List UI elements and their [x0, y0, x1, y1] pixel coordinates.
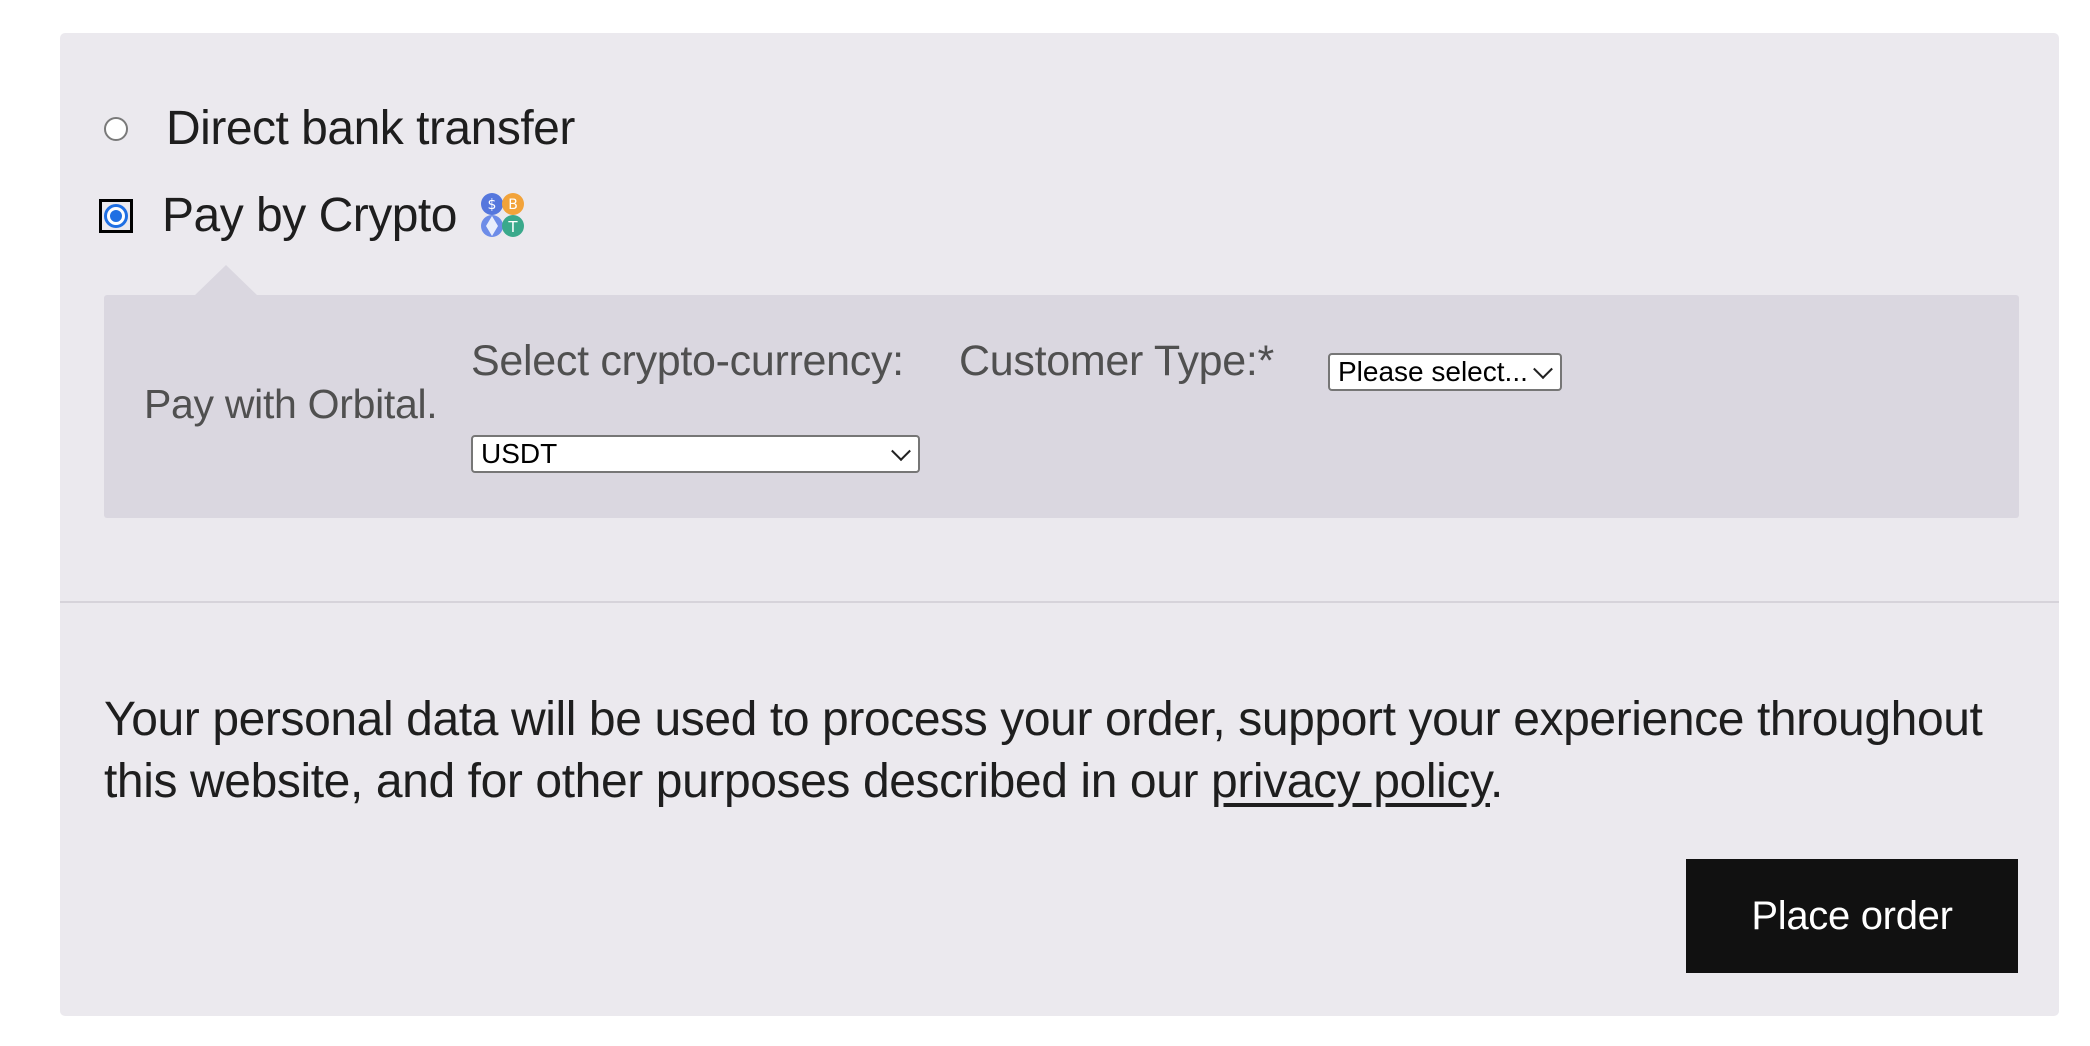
- payment-panel: Direct bank transfer Pay by Crypto $ B T…: [60, 33, 2059, 1016]
- crypto-box-pointer: [194, 265, 258, 296]
- divider: [60, 601, 2059, 603]
- chevron-down-icon: [1533, 359, 1553, 380]
- privacy-text-end: .: [1489, 755, 1503, 808]
- privacy-text: Your personal data will be used to proce…: [104, 693, 1983, 808]
- crypto-currency-select[interactable]: USDT: [471, 435, 920, 473]
- svg-text:$: $: [487, 197, 496, 213]
- crypto-currency-value: USDT: [481, 438, 558, 469]
- crypto-radio[interactable]: [99, 198, 133, 233]
- place-order-button[interactable]: Place order: [1686, 859, 2018, 973]
- payment-method-bank-transfer[interactable]: Direct bank transfer: [104, 101, 575, 156]
- crypto-coins-icon: $ B T: [480, 192, 524, 237]
- chevron-down-icon: [891, 441, 911, 462]
- orbital-description: Pay with Orbital.: [144, 381, 438, 427]
- bank-transfer-label[interactable]: Direct bank transfer: [166, 101, 575, 156]
- crypto-currency-label: Select crypto-currency:: [471, 337, 904, 385]
- crypto-payment-box: Pay with Orbital. Select crypto-currency…: [104, 295, 2019, 518]
- privacy-notice: Your personal data will be used to proce…: [104, 689, 2004, 813]
- svg-text:T: T: [507, 218, 518, 236]
- privacy-policy-link[interactable]: privacy policy: [1211, 755, 1490, 808]
- bank-transfer-radio[interactable]: [104, 116, 128, 141]
- customer-type-label: Customer Type:*: [959, 337, 1274, 385]
- customer-type-value: Please select...: [1338, 356, 1528, 387]
- payment-method-crypto[interactable]: Pay by Crypto $ B T: [99, 188, 527, 243]
- crypto-label[interactable]: Pay by Crypto: [162, 188, 457, 243]
- svg-text:B: B: [508, 197, 518, 213]
- customer-type-select[interactable]: Please select...: [1328, 353, 1562, 391]
